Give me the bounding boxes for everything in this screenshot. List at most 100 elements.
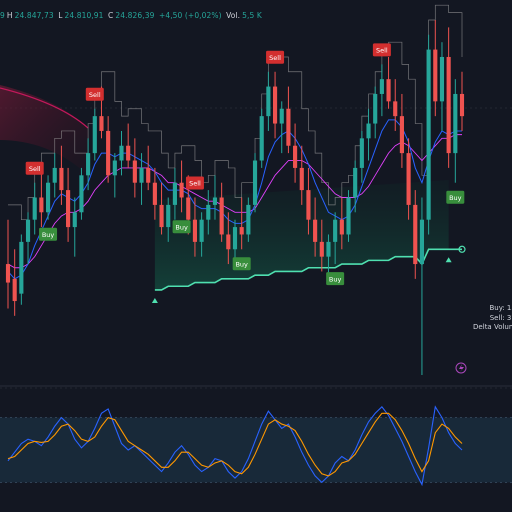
sell-signal-label: Sell: [376, 47, 388, 55]
sell-signal-label: Sell: [189, 180, 201, 188]
close-value: 24.826,39: [115, 11, 155, 20]
candle-body: [406, 153, 411, 205]
candle-body: [279, 108, 284, 124]
high-label: H: [6, 11, 13, 20]
sell-signal-label: Sell: [269, 54, 281, 62]
buy-signal-label: Buy: [329, 275, 342, 283]
candle-body: [339, 219, 344, 235]
candle-body: [212, 197, 218, 205]
candle-body: [192, 219, 198, 242]
candle-body: [393, 101, 398, 117]
lightning-icon-bolt: [459, 364, 464, 372]
candle-body: [286, 108, 291, 146]
candle-body: [5, 264, 11, 283]
candle-body: [306, 190, 311, 220]
candle-body: [166, 204, 171, 228]
sell-signal-label: Sell: [89, 91, 101, 99]
candle-body: [226, 234, 231, 250]
candle-body: [346, 197, 351, 235]
candle-body: [333, 219, 338, 242]
buy-signal-label: Buy: [42, 231, 55, 239]
up-arrow-marker: [445, 257, 452, 263]
candle-body: [232, 227, 238, 250]
candle-body: [379, 79, 384, 94]
candle-body: [112, 160, 117, 176]
ohlc-legend: 9 H 24.847,73 L 24.810,91 C 24.826,39 +4,50 …: [0, 9, 264, 23]
candle-body: [172, 182, 177, 205]
candle-body: [239, 227, 244, 235]
candle-body: [353, 167, 358, 198]
candle-body: [373, 93, 378, 124]
volume-label: Vol.: [226, 11, 241, 20]
candle-body: [86, 153, 91, 176]
candle-body: [446, 56, 451, 154]
candle-body: [399, 116, 404, 154]
change-value: +4,50 (+0,02%): [158, 11, 222, 20]
candle-body: [439, 56, 445, 102]
candle-body: [92, 116, 97, 154]
price-chart-canvas[interactable]: Sell Buy Sell Buy Sell Buy Sell Buy Sell Buy: [0, 0, 512, 512]
up-arrow-marker: [151, 297, 158, 303]
candle-body: [252, 160, 258, 205]
low-value: 24.810,91: [64, 11, 104, 20]
buy-signal-label: Buy: [175, 223, 188, 231]
buy-signal-label: Buy: [235, 260, 248, 268]
candle-body: [72, 212, 77, 228]
sell-signal-label: Sell: [29, 165, 41, 173]
candle-body: [19, 241, 24, 294]
candle-body: [266, 86, 271, 117]
candle-body: [186, 197, 191, 220]
candle-body: [99, 116, 104, 131]
candle-body: [453, 93, 458, 154]
delta-volume: Delta Volume: -83: [473, 323, 512, 332]
candle-body: [206, 204, 211, 220]
candle-body: [12, 278, 17, 302]
candle-body: [199, 219, 204, 242]
candle-body: [132, 160, 137, 183]
candle-body: [119, 145, 124, 161]
candle-body: [159, 204, 164, 228]
candle-body: [126, 145, 131, 161]
candle-body: [299, 167, 304, 191]
candle-body: [52, 167, 57, 183]
candle-body: [426, 49, 431, 220]
candle-body: [139, 167, 144, 183]
close-label: C: [108, 11, 114, 20]
candle-body: [32, 197, 37, 220]
candle-body: [39, 197, 44, 213]
low-label: L: [58, 11, 63, 20]
volume-info-box: Buy: 15.467K Sell: 37.748K Delta Volume:…: [466, 304, 512, 333]
ohlc-prefix: 9: [0, 11, 5, 20]
candle-body: [259, 116, 264, 161]
candle-body: [459, 93, 465, 117]
candle-body: [45, 182, 51, 213]
buy-signal-label: Buy: [449, 194, 462, 202]
candle-body: [246, 204, 251, 235]
candle-body: [146, 167, 151, 183]
candle-body: [326, 241, 331, 257]
high-value: 24.847,73: [14, 11, 54, 20]
candle-body: [219, 197, 224, 235]
candle-body: [179, 182, 184, 198]
bearish-zone-fill: [0, 85, 88, 175]
candle-body: [293, 145, 298, 168]
candle-body: [25, 219, 31, 242]
candle-body: [152, 182, 157, 205]
candle-body: [419, 219, 425, 265]
buy-volume: Buy: 15.467K: [489, 304, 512, 312]
candle-body: [386, 79, 391, 102]
oscillator-band: [0, 417, 512, 483]
candle-body: [106, 130, 111, 176]
candle-body: [413, 204, 418, 265]
candle-body: [366, 123, 371, 139]
candle-body: [319, 241, 324, 257]
trading-chart-screen: Sell Buy Sell Buy Sell Buy Sell Buy Sell Buy 9 H 24…: [0, 0, 512, 512]
volume-value: 5,5 K: [242, 11, 262, 20]
candle-body: [66, 190, 71, 228]
candle-body: [79, 175, 84, 213]
candle-body: [433, 49, 438, 102]
candle-body: [59, 167, 64, 191]
sell-volume: Sell: 37.748K: [489, 313, 512, 322]
candle-body: [313, 219, 318, 242]
candle-body: [359, 138, 364, 168]
